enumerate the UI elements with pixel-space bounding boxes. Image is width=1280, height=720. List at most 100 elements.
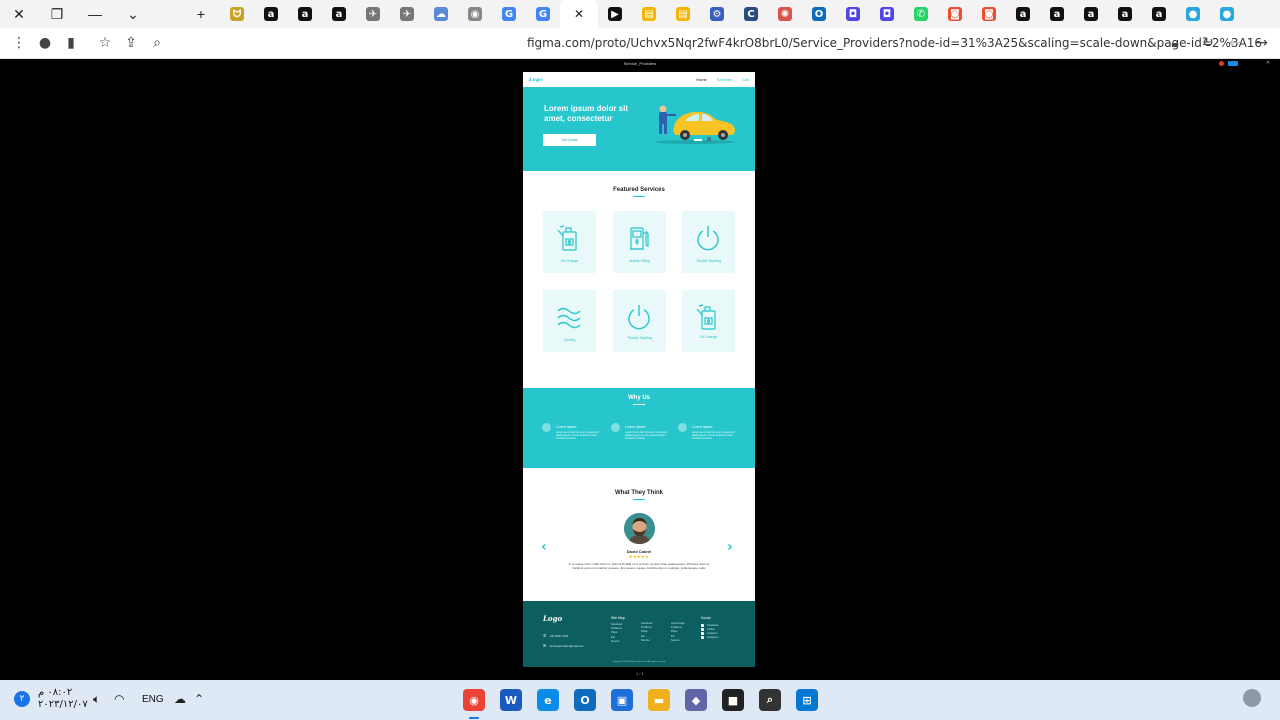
minimize-window-icon[interactable]: — <box>76 0 114 28</box>
zoom-icon[interactable]: ⌕ <box>144 30 170 56</box>
amazon-icon: a <box>1050 7 1064 21</box>
menu-dots-icon[interactable]: ⋮ <box>6 30 32 56</box>
browser-tab[interactable]: a <box>1108 0 1142 28</box>
close-tab-icon[interactable]: ✕ <box>574 7 584 21</box>
sidebar-icon[interactable]: ▮ <box>58 30 84 56</box>
amazon-icon: a <box>332 7 346 21</box>
browser-tab[interactable]: G <box>492 0 526 28</box>
onedrive-icon[interactable]: ☁ <box>174 692 186 706</box>
windows-icon[interactable]: ⊞ <box>796 689 818 711</box>
copilot-icon[interactable] <box>1243 689 1261 707</box>
outlook-icon[interactable]: O <box>574 689 596 711</box>
new-tab-button[interactable]: + <box>182 0 220 28</box>
browser-tab[interactable]: ◉ <box>458 0 492 28</box>
clock[interactable]: ٠٨:٠٢ م ٢٠٢٣/١٢/٠٧ <box>38 687 88 711</box>
footer-link[interactable]: Service <box>641 639 652 643</box>
url-field[interactable]: figma.com/proto/Uchvx5Nqr2fwF4krO8brL0/S… <box>527 36 1262 50</box>
browser-tab[interactable]: a <box>1006 0 1040 28</box>
browser-tab[interactable]: G <box>526 0 560 28</box>
service-card-trouble-starting-2[interactable]: Trouble Starting <box>613 290 666 352</box>
footer-link[interactable]: Service <box>611 640 625 644</box>
store-icon[interactable]: ▣ <box>611 689 633 711</box>
browser-tab[interactable]: ● <box>1210 0 1244 28</box>
footer-logo[interactable]: Logo <box>543 614 562 623</box>
prototype-frame: Logo Home Services Call Lorem ipsum dolo… <box>523 72 755 667</box>
browser-tab[interactable]: a <box>322 0 356 28</box>
reload-icon[interactable]: ↻ <box>1195 30 1221 56</box>
volume-icon[interactable]: 🔈︎ <box>93 692 100 707</box>
tab-search-chevron-icon[interactable]: ⌄ <box>114 0 152 28</box>
folder-icon[interactable]: ▬ <box>648 689 670 711</box>
browser-tab[interactable]: a <box>288 0 322 28</box>
browser-tab[interactable]: a <box>1074 0 1108 28</box>
footer-heading: Social <box>701 616 711 620</box>
instagram-link[interactable]: Instagram <box>701 636 719 640</box>
site-header: Logo Home Services Call <box>523 72 755 87</box>
get-quote-button[interactable]: Get Quote <box>543 134 596 146</box>
section-title: What They Think <box>615 490 663 496</box>
browser-tab[interactable]: ᗢ <box>220 0 254 28</box>
nav-call[interactable]: Call <box>742 77 749 82</box>
browser-tab[interactable]: a <box>1142 0 1176 28</box>
figma-close-icon[interactable]: ✕ <box>1266 60 1270 66</box>
word-icon[interactable]: W <box>500 689 522 711</box>
search-icon[interactable]: ⌕ <box>759 689 781 711</box>
browser-tab[interactable]: ▤ <box>632 0 666 28</box>
tray-chevron-icon[interactable]: ⌃ <box>194 692 204 706</box>
translate-icon: G <box>536 7 550 21</box>
browser-tab[interactable]: ✆ <box>904 0 938 28</box>
browser-tab[interactable]: ✺ <box>768 0 802 28</box>
prev-arrow-icon[interactable]: ‹ <box>541 539 547 555</box>
footer-link[interactable]: Service <box>671 639 685 643</box>
chrome-icon[interactable]: ◉ <box>463 689 485 711</box>
service-card-mobile-filling[interactable]: Mobile Filling <box>613 211 666 273</box>
chat-icon[interactable]: ◆ <box>685 689 707 711</box>
facebook-link[interactable]: Facebook <box>701 623 719 627</box>
active-browser-tab[interactable]: ✕ <box>560 0 598 28</box>
browser-tab[interactable]: ✈ <box>390 0 424 28</box>
back-icon[interactable]: → <box>1249 30 1275 56</box>
nav-services[interactable]: Services <box>717 77 732 82</box>
browser-tab[interactable]: ⚙ <box>700 0 734 28</box>
browser-tab[interactable]: ◘ <box>870 0 904 28</box>
service-card-oil-change-2[interactable]: Oil Change <box>682 290 735 352</box>
browser-tab[interactable]: a <box>254 0 288 28</box>
site-logo[interactable]: Logo <box>529 77 543 83</box>
service-label: Cooling <box>563 338 576 342</box>
bookmark-star-icon[interactable]: ☆ <box>92 30 118 56</box>
linkedin-icon <box>701 631 704 635</box>
share-icon[interactable]: ⇪ <box>118 30 144 56</box>
wifi-icon[interactable]: ◠ <box>114 692 124 706</box>
service-card-trouble-starting[interactable]: Trouble Starting <box>682 211 735 273</box>
footer-column: Facebook Problems Place Etc Service <box>641 622 652 643</box>
browser-tab[interactable]: ✈ <box>356 0 390 28</box>
figma-menu-icon[interactable] <box>1219 61 1224 66</box>
browser-tab[interactable]: ☁ <box>424 0 458 28</box>
service-card-oil-change[interactable]: Oil Change <box>543 211 596 273</box>
close-window-icon[interactable]: ✕ <box>0 0 38 28</box>
nav-home[interactable]: Home <box>696 77 707 82</box>
next-arrow-icon[interactable]: › <box>727 539 733 555</box>
browser-tab[interactable]: ▤ <box>666 0 700 28</box>
profile-icon[interactable]: ● <box>32 30 58 56</box>
whatsapp-icon: ✆ <box>914 7 928 21</box>
browser-tab[interactable]: C <box>734 0 768 28</box>
browser-tab[interactable]: ◙ <box>938 0 972 28</box>
browser-tab[interactable]: ● <box>1176 0 1210 28</box>
footer-phone[interactable]: ✆ +02 2000 1234 <box>543 633 568 638</box>
restore-window-icon[interactable]: ❐ <box>38 0 76 28</box>
edge-icon[interactable]: e <box>537 689 559 711</box>
figma-prototype-viewer: Service_Providers ✕ Logo Home Services C… <box>0 59 1280 680</box>
figma-share-button[interactable] <box>1228 61 1238 66</box>
browser-tab[interactable]: ▶ <box>598 0 632 28</box>
terminal-icon[interactable]: ■ <box>722 689 744 711</box>
service-card-cooling[interactable]: Cooling <box>543 290 596 352</box>
browser-tab[interactable]: ◙ <box>972 0 1006 28</box>
browser-tab[interactable]: ◘ <box>836 0 870 28</box>
footer-email[interactable]: ✉ servicesprovider@mail.com <box>543 643 584 648</box>
notification-badge-icon[interactable]: ٢ <box>14 691 30 707</box>
forward-icon[interactable]: ← <box>1222 30 1248 56</box>
browser-tab[interactable]: O <box>802 0 836 28</box>
browser-tab[interactable]: a <box>1040 0 1074 28</box>
language-indicator[interactable]: ENG <box>142 694 164 705</box>
